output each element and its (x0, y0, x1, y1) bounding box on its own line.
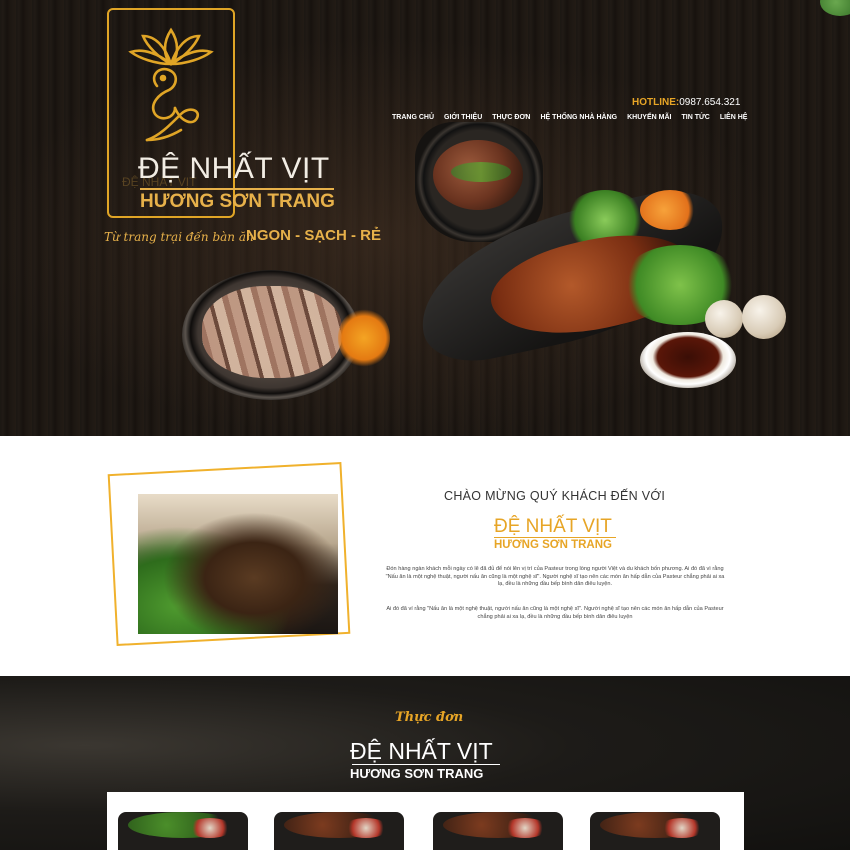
welcome-title: CHÀO MỪNG QUÝ KHÁCH ĐẾN VỚI (444, 489, 666, 503)
hotline[interactable]: HOTLINE:0987.654.321 (632, 97, 740, 108)
lotus-duck-logo-icon (128, 27, 214, 142)
nav-item-restaurants[interactable]: HỆ THỐNG NHÀ HÀNG (541, 114, 618, 121)
main-nav: TRANG CHỦ GIỚI THIỆU THỰC ĐƠN HỆ THỐNG N… (392, 114, 747, 121)
stir-fry-dish-image (415, 122, 543, 242)
menu-brand-subtitle: HƯƠNG SƠN TRANG (350, 766, 484, 781)
nav-item-news[interactable]: TIN TỨC (681, 114, 709, 121)
menu-item-card[interactable] (274, 812, 404, 850)
nav-item-menu[interactable]: THỰC ĐƠN (492, 114, 530, 121)
menu-item-card[interactable] (590, 812, 720, 850)
menu-item-card[interactable] (118, 812, 248, 850)
tagline: Từ trang trại đến bàn ăn (104, 230, 254, 244)
garlic-image (705, 300, 743, 338)
hotline-number[interactable]: 0987.654.321 (679, 97, 740, 108)
welcome-brand-name: ĐỆ NHẤT VỊT (494, 516, 612, 537)
nav-item-about[interactable]: GIỚI THIỆU (444, 114, 482, 121)
boiled-duck-meat (202, 286, 342, 378)
hero-banner: ĐỆ NHẤT VỊT ĐỆ NHẤT VỊT HƯƠNG SƠN TRANG … (0, 0, 850, 436)
menu-heading: Thực đơn (395, 710, 464, 725)
nav-item-contact[interactable]: LIÊN HỆ (720, 114, 748, 121)
tagline-highlight: NGON - SẠCH - RẺ (246, 227, 381, 244)
page: ĐỆ NHẤT VỊT ĐỆ NHẤT VỊT HƯƠNG SƠN TRANG … (0, 0, 850, 850)
menu-brand-name: ĐỆ NHẤT VỊT (350, 738, 493, 764)
welcome-paragraph: Ai đó đã ví rằng "Nấu ăn là một nghệ thu… (386, 606, 724, 620)
welcome-brand-subtitle: HƯƠNG SƠN TRANG (494, 539, 612, 551)
welcome-brand-divider (494, 537, 616, 538)
brand-subtitle: HƯƠNG SƠN TRANG (140, 191, 335, 212)
garlic-image (742, 295, 786, 339)
brand-name: ĐỆ NHẤT VỊT (138, 152, 330, 185)
hotline-label: HOTLINE: (632, 97, 680, 108)
duck-dish-photo (138, 494, 338, 634)
carved-flower-garnish (338, 308, 390, 368)
dipping-sauce-image (640, 332, 736, 388)
stir-fry-greens (451, 162, 511, 182)
leaf-decoration (820, 0, 850, 16)
nav-item-promotions[interactable]: KHUYẾN MÃI (627, 114, 671, 121)
menu-brand-divider (352, 764, 500, 765)
menu-item-card[interactable] (433, 812, 563, 850)
carrot-garnish (640, 190, 700, 230)
nav-item-home[interactable]: TRANG CHỦ (392, 114, 434, 121)
welcome-paragraph: Đón hàng ngàn khách mỗi ngày có lẽ đã đủ… (385, 566, 725, 588)
boiled-duck-dish-image (182, 270, 360, 400)
